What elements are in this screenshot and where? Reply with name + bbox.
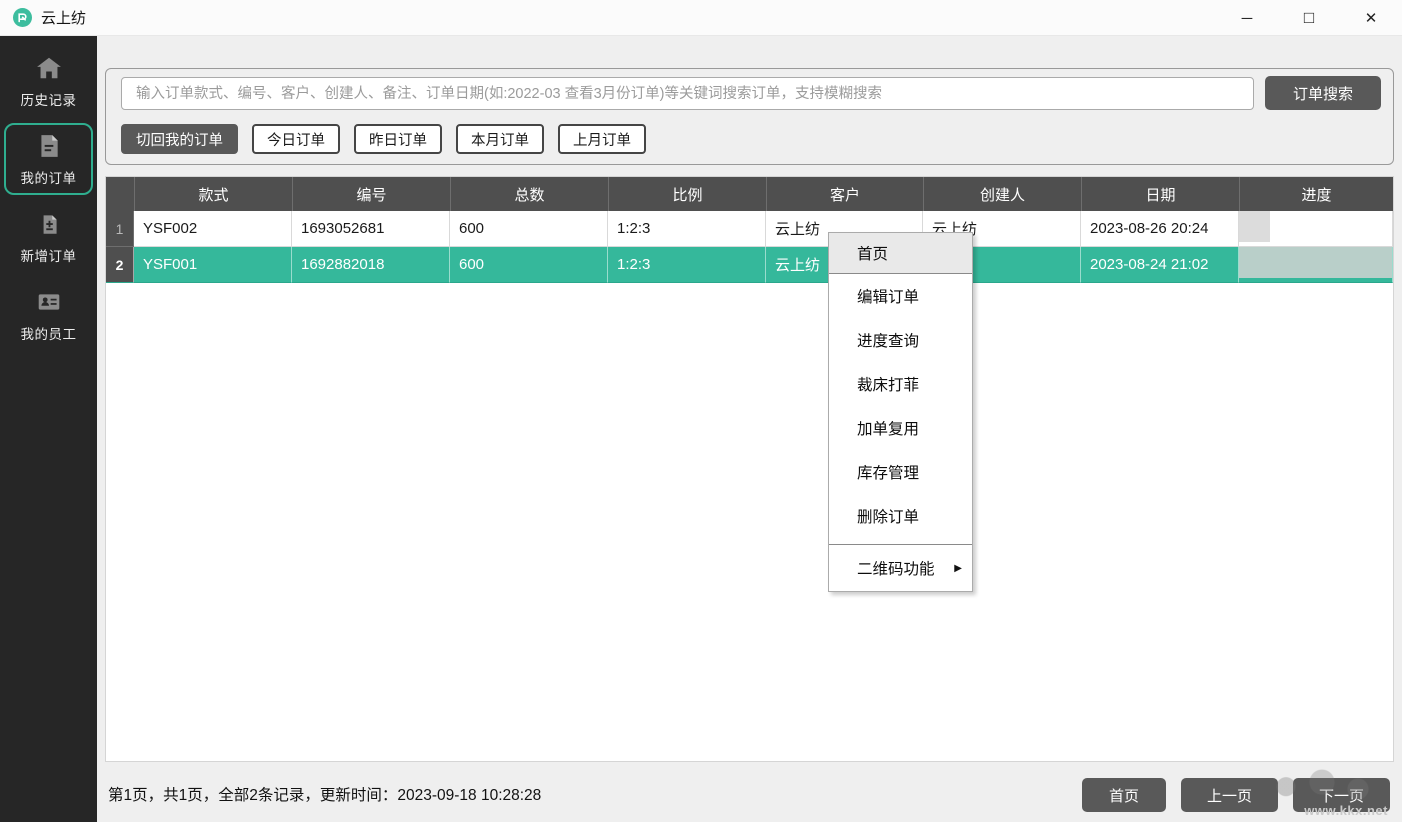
- filter-today-orders[interactable]: 今日订单: [252, 124, 340, 154]
- order-document-icon: [35, 132, 63, 160]
- context-menu: 首页 编辑订单 进度查询 裁床打菲 加单复用 库存管理 删除订单 二维码功能 ▶: [828, 232, 973, 592]
- sidebar-item-my-employees[interactable]: 我的员工: [4, 279, 93, 351]
- sidebar-item-label: 历史记录: [21, 89, 77, 109]
- pagination-status-text: 第1页，共1页，全部2条记录，更新时间：2023-09-18 10:28:28: [108, 783, 541, 805]
- cell-ratio: 1:2:3: [608, 247, 766, 283]
- table-header-row: 款式 编号 总数 比例 客户 创建人 日期 进度: [106, 177, 1393, 211]
- cell-number: 1693052681: [292, 211, 450, 247]
- row-index-cell: 1: [106, 211, 134, 247]
- menu-item-delete-order[interactable]: 删除订单: [829, 494, 972, 538]
- cell-progress: [1239, 211, 1393, 247]
- sidebar: 历史记录 我的订单 新增订单: [0, 36, 97, 822]
- filter-buttons: 切回我的订单 今日订单 昨日订单 本月订单 上月订单: [121, 124, 646, 154]
- menu-item-cutting-ticket[interactable]: 裁床打菲: [829, 362, 972, 406]
- order-search-button[interactable]: 订单搜索: [1265, 76, 1381, 110]
- table-row[interactable]: 2 YSF001 1692882018 600 1:2:3 云上纺 2023-0…: [106, 247, 1393, 283]
- menu-item-label: 二维码功能: [857, 557, 935, 579]
- progress-bar: [1239, 211, 1270, 242]
- first-page-button[interactable]: 首页: [1082, 778, 1166, 812]
- sidebar-item-label: 我的员工: [21, 323, 77, 343]
- table-row[interactable]: 1 YSF002 1693052681 600 1:2:3 云上纺 云上纺 20…: [106, 211, 1393, 247]
- titlebar: 云上纺 ─ □ ✕: [0, 0, 1402, 36]
- main-content: 订单搜索 切回我的订单 今日订单 昨日订单 本月订单 上月订单 款式 编号 总数…: [97, 36, 1402, 822]
- menu-item-home[interactable]: 首页: [829, 233, 972, 273]
- search-input[interactable]: [121, 77, 1254, 110]
- filter-last-month-orders[interactable]: 上月订单: [558, 124, 646, 154]
- filter-back-to-my-orders[interactable]: 切回我的订单: [121, 124, 238, 154]
- table-corner-cell: [106, 177, 134, 211]
- sidebar-item-my-orders[interactable]: 我的订单: [4, 123, 93, 195]
- cell-ratio: 1:2:3: [608, 211, 766, 247]
- column-header-customer[interactable]: 客户: [766, 177, 923, 211]
- column-header-progress[interactable]: 进度: [1239, 177, 1393, 211]
- cell-date: 2023-08-26 20:24: [1081, 211, 1239, 247]
- column-header-style[interactable]: 款式: [134, 177, 292, 211]
- progress-bar: [1239, 247, 1392, 278]
- column-header-number[interactable]: 编号: [292, 177, 450, 211]
- filter-yesterday-orders[interactable]: 昨日订单: [354, 124, 442, 154]
- column-header-ratio[interactable]: 比例: [608, 177, 766, 211]
- cell-number: 1692882018: [292, 247, 450, 283]
- orders-table: 款式 编号 总数 比例 客户 创建人 日期 进度 1 YSF002 169305…: [105, 176, 1394, 762]
- document-plus-icon: [35, 210, 63, 238]
- column-header-total[interactable]: 总数: [450, 177, 608, 211]
- previous-page-button[interactable]: 上一页: [1181, 778, 1278, 812]
- menu-item-qrcode-functions[interactable]: 二维码功能 ▶: [829, 545, 972, 591]
- menu-item-inventory-management[interactable]: 库存管理: [829, 450, 972, 494]
- cell-progress: [1239, 247, 1393, 283]
- menu-item-progress-query[interactable]: 进度查询: [829, 318, 972, 362]
- cell-date: 2023-08-24 21:02: [1081, 247, 1239, 283]
- sidebar-item-label: 我的订单: [21, 167, 77, 187]
- search-panel: 订单搜索 切回我的订单 今日订单 昨日订单 本月订单 上月订单: [105, 68, 1394, 165]
- row-index-cell: 2: [106, 247, 134, 283]
- cell-style: YSF002: [134, 211, 292, 247]
- employee-card-icon: [35, 288, 63, 316]
- sidebar-item-new-order[interactable]: 新增订单: [4, 201, 93, 273]
- column-header-date[interactable]: 日期: [1081, 177, 1239, 211]
- filter-this-month-orders[interactable]: 本月订单: [456, 124, 544, 154]
- menu-item-edit-order[interactable]: 编辑订单: [829, 274, 972, 318]
- cell-style: YSF001: [134, 247, 292, 283]
- submenu-arrow-icon: ▶: [954, 563, 962, 574]
- window-controls: ─ □ ✕: [1216, 0, 1402, 36]
- close-button[interactable]: ✕: [1340, 0, 1402, 36]
- app-title: 云上纺: [41, 7, 86, 28]
- cell-total: 600: [450, 247, 608, 283]
- menu-item-add-order-reuse[interactable]: 加单复用: [829, 406, 972, 450]
- app-logo-icon: [13, 8, 32, 27]
- watermark-text: www.kkx.net: [1304, 803, 1388, 818]
- cell-total: 600: [450, 211, 608, 247]
- minimize-button[interactable]: ─: [1216, 0, 1278, 36]
- statusbar: 第1页，共1页，全部2条记录，更新时间：2023-09-18 10:28:28 …: [97, 762, 1402, 822]
- maximize-button[interactable]: □: [1278, 0, 1340, 36]
- home-icon: [35, 54, 63, 82]
- sidebar-item-history[interactable]: 历史记录: [4, 45, 93, 117]
- column-header-creator[interactable]: 创建人: [923, 177, 1081, 211]
- sidebar-item-label: 新增订单: [21, 245, 77, 265]
